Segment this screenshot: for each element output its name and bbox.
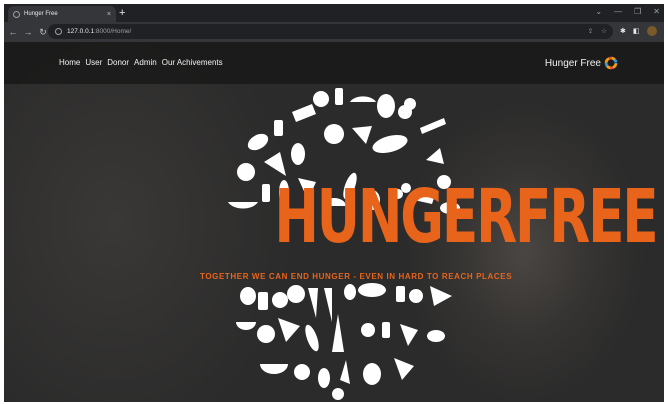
page-viewport: Home User Donor Admin Our Achivements Hu… <box>4 42 664 402</box>
back-icon[interactable]: ← <box>7 27 19 37</box>
profile-avatar[interactable] <box>646 26 657 36</box>
new-tab-button[interactable]: + <box>119 6 125 20</box>
tab-close-icon[interactable]: × <box>107 11 111 18</box>
extensions-icon[interactable]: ✱ <box>620 27 626 35</box>
info-icon[interactable] <box>55 28 62 35</box>
nav-link-home[interactable]: Home <box>59 58 80 67</box>
url-path: :8000/Home/ <box>94 28 132 35</box>
tab-strip: Hunger Free × + ⌄ — ❐ ✕ <box>4 4 664 22</box>
hero-tagline: TOGETHER WE CAN END HUNGER - EVEN IN HAR… <box>200 272 513 281</box>
nav-link-achievements[interactable]: Our Achivements <box>162 58 223 67</box>
tab-hunger-free[interactable]: Hunger Free × <box>8 6 116 22</box>
tab-title: Hunger Free <box>24 11 58 17</box>
logo-wordmark: HUNGERFREE <box>200 180 658 254</box>
tab-search-icon[interactable]: ⌄ <box>595 5 602 19</box>
share-icon[interactable]: ⇪ <box>588 27 593 35</box>
nav-links: Home User Donor Admin Our Achivements <box>59 58 223 67</box>
globe-icon <box>13 10 20 18</box>
sidepanel-icon[interactable]: ◧ <box>633 27 640 35</box>
hunger-free-emblem: HUNGERFREE TOGETHER WE CAN END HUNGER - … <box>200 82 659 402</box>
menu-icon[interactable]: ⋮ <box>664 27 665 35</box>
url-host: 127.0.0.1 <box>67 28 95 35</box>
browser-window: Hunger Free × + ⌄ — ❐ ✕ ← → ↻ 127.0.0.1 … <box>4 4 664 402</box>
toolbar-actions: ✱ ◧ ⋮ <box>620 26 664 36</box>
site-navbar: Home User Donor Admin Our Achivements Hu… <box>4 42 664 84</box>
forward-icon[interactable]: → <box>22 27 34 37</box>
window-controls: ⌄ — ❐ ✕ <box>595 5 660 19</box>
star-icon[interactable]: ☆ <box>601 27 607 35</box>
hunger-free-logo-icon <box>604 56 618 70</box>
maximize-button[interactable]: ❐ <box>634 5 641 19</box>
browser-toolbar: ← → ↻ 127.0.0.1 :8000/Home/ ⇪ ☆ ✱ ◧ ⋮ <box>4 22 664 42</box>
brand-name: Hunger Free <box>544 57 601 69</box>
minimize-button[interactable]: — <box>614 5 622 19</box>
nav-link-user[interactable]: User <box>85 58 102 67</box>
close-window-button[interactable]: ✕ <box>653 5 660 19</box>
address-bar[interactable]: 127.0.0.1 :8000/Home/ ⇪ ☆ <box>48 24 613 39</box>
nav-link-admin[interactable]: Admin <box>134 58 157 67</box>
site-brand[interactable]: Hunger Free <box>545 56 618 70</box>
nav-link-donor[interactable]: Donor <box>107 58 129 67</box>
logo-text: HUNGERFREE <box>274 174 658 260</box>
omnibox-actions: ⇪ ☆ <box>588 27 607 35</box>
